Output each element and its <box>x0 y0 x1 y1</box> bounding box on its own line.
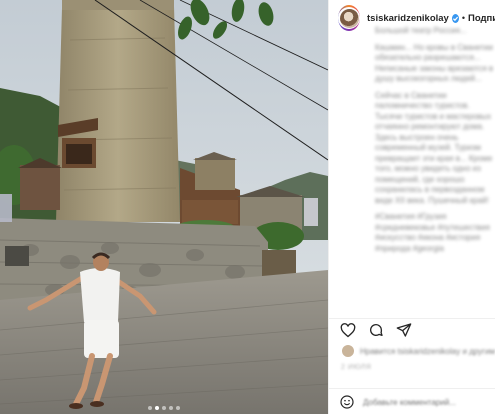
verified-badge-icon <box>451 13 459 23</box>
post-date[interactable]: 2 ИЮЛЯ <box>341 364 371 371</box>
caption-hashtags: #Сванетия #Грузия #средневековье #путеше… <box>375 212 490 253</box>
header-separator: • <box>461 13 466 23</box>
post-caption: Большой театр Россия... Кашмин... Но кро… <box>375 26 495 316</box>
username-link[interactable]: tsiskaridzenikolay <box>367 13 449 24</box>
photo-illustration <box>0 0 328 414</box>
carousel-indicator <box>0 406 328 410</box>
carousel-dot[interactable] <box>176 406 180 410</box>
caption-paragraph: Большой театр Россия... <box>375 26 467 35</box>
follow-button[interactable]: Подписаться <box>468 13 495 24</box>
carousel-dot[interactable] <box>162 406 166 410</box>
paper-plane-icon[interactable] <box>395 321 413 339</box>
comment-icon[interactable] <box>367 321 385 339</box>
instagram-post: tsiskaridzenikolay • Подписаться Большой… <box>0 0 495 414</box>
carousel-dot[interactable] <box>155 406 159 410</box>
likes-summary[interactable]: Нравится tsiskaridzenikolay и другим <box>341 344 495 358</box>
avatar[interactable] <box>338 5 360 31</box>
liker-avatar <box>341 344 355 358</box>
carousel-dot[interactable] <box>169 406 173 410</box>
comment-input[interactable] <box>363 397 493 407</box>
smiley-icon[interactable] <box>339 394 355 410</box>
post-side-panel: tsiskaridzenikolay • Подписаться Большой… <box>328 0 495 414</box>
comment-bar <box>329 388 495 414</box>
heart-icon[interactable] <box>339 321 357 339</box>
post-actions <box>329 318 495 341</box>
caption-paragraph: Сейчас в Сванетии паломничество туристов… <box>375 90 493 205</box>
likes-text: Нравится tsiskaridzenikolay и другим <box>360 346 495 356</box>
carousel-dot[interactable] <box>148 406 152 410</box>
post-photo[interactable] <box>0 0 328 414</box>
caption-paragraph: Кашмин... Но кровы в Сванетии обязательн… <box>375 42 494 84</box>
